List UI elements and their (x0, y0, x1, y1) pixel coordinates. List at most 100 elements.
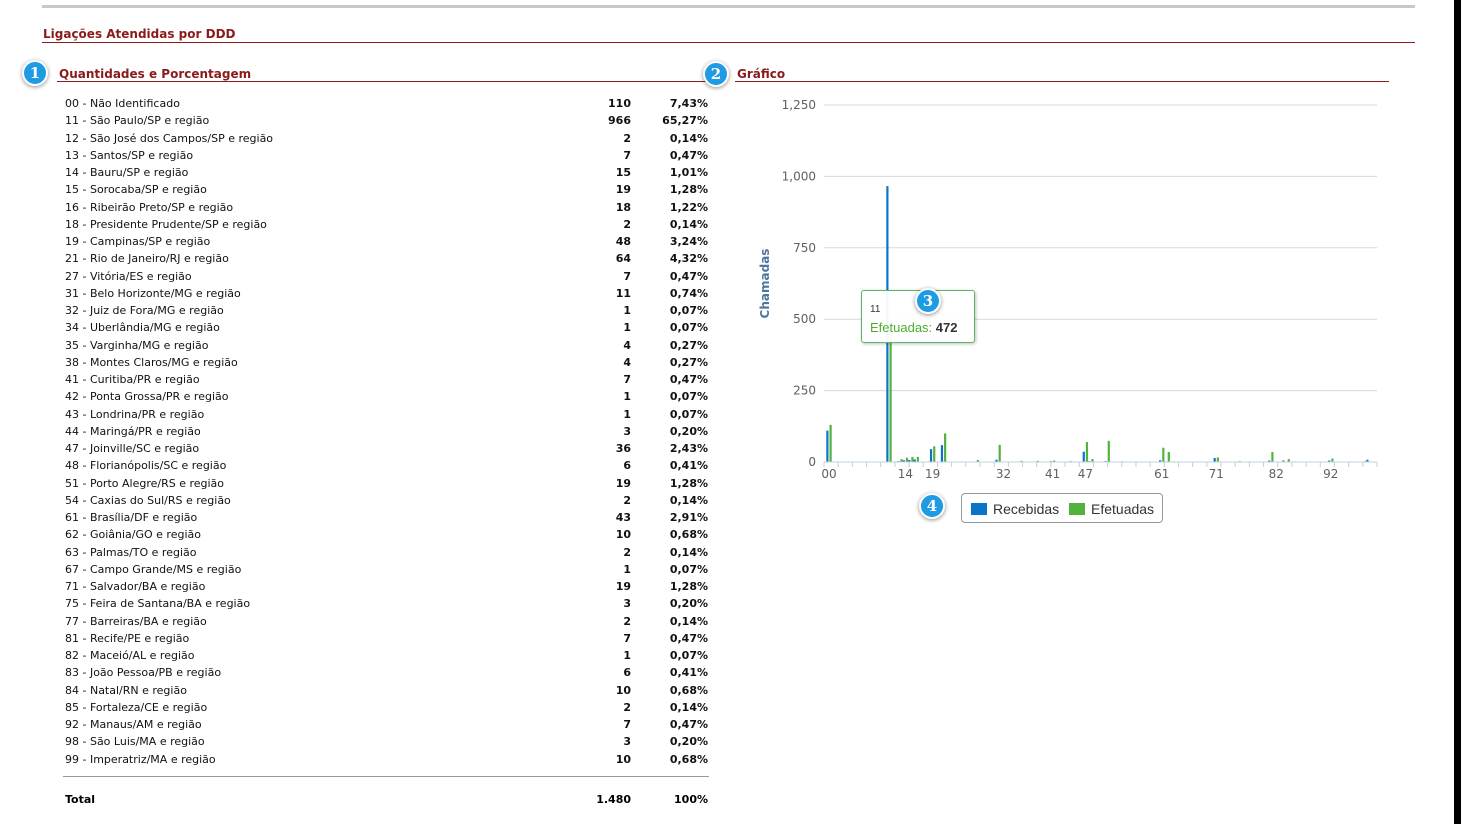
row-qty: 2 (623, 700, 631, 714)
row-pct: 0,68% (669, 528, 708, 542)
y-tick-label: 750 (793, 241, 816, 255)
callout-marker-3: 3 (915, 288, 941, 314)
total-qty: 1.480 (596, 793, 631, 806)
bar-efetuadas-71 (1216, 457, 1219, 462)
table-row: 34 - Uberlândia/MG e região 1 0,07% (65, 319, 710, 336)
table-row: 00 - Não Identificado 110 7,43% (65, 95, 710, 112)
row-qty: 4 (623, 355, 631, 369)
row-pct: 0,20% (669, 597, 708, 611)
legend-item-efetuadas[interactable]: Efetuadas (1069, 501, 1154, 517)
table-row: 15 - Sorocaba/SP e região 19 1,28% (65, 181, 710, 198)
chart-legend: Recebidas Efetuadas (961, 493, 1163, 523)
row-pct: 0,14% (669, 131, 708, 145)
row-qty: 43 (615, 511, 631, 524)
x-tick-label: 19 (925, 467, 940, 481)
row-pct: 0,47% (669, 148, 708, 162)
callout-marker-1: 1 (22, 60, 48, 86)
row-pct: 0,27% (669, 338, 708, 352)
table-row: 77 - Barreiras/BA e região 2 0,14% (65, 613, 710, 630)
row-ddd-name: 71 - Salvador/BA e região (65, 580, 206, 593)
table-row: 98 - São Luis/MA e região 3 0,20% (65, 733, 710, 750)
table-row: 35 - Varginha/MG e região 4 0,27% (65, 337, 710, 354)
row-qty: 10 (615, 752, 631, 766)
table-row: 48 - Florianópolis/SC e região 6 0,41% (65, 457, 710, 474)
row-qty: 966 (608, 114, 631, 128)
row-ddd-name: 11 - São Paulo/SP e região (65, 114, 210, 128)
window-edge (1454, 0, 1461, 824)
row-ddd-name: 13 - Santos/SP e região (65, 148, 194, 162)
table-row: 63 - Palmas/TO e região 2 0,14% (65, 544, 710, 561)
row-qty: 7 (623, 631, 631, 645)
legend-item-recebidas[interactable]: Recebidas (971, 501, 1059, 517)
row-ddd-name: 77 - Barreiras/BA e região (65, 614, 207, 628)
table-row: 82 - Maceió/AL e região 1 0,07% (65, 647, 710, 664)
row-qty: 19 (615, 183, 631, 197)
section-title-quantities: Quantidades e Porcentagem (59, 67, 252, 81)
bar-recebidas-00 (826, 430, 829, 462)
row-ddd-name: 14 - Bauru/SP e região (65, 166, 189, 179)
table-row: 51 - Porto Alegre/RS e região 19 1,28% (65, 475, 710, 492)
row-qty: 15 (615, 166, 631, 179)
table-row: 62 - Goiânia/GO e região 10 0,68% (65, 526, 710, 543)
table-row: 81 - Recife/PE e região 7 0,47% (65, 630, 710, 647)
table-row: 47 - Joinville/SC e região 36 2,43% (65, 440, 710, 457)
row-ddd-name: 85 - Fortaleza/CE e região (65, 700, 208, 714)
row-pct: 0,07% (669, 304, 708, 317)
callout-marker-4: 4 (919, 493, 945, 519)
total-divider (63, 776, 709, 777)
bar-recebidas-47 (1082, 451, 1085, 462)
row-qty: 48 (615, 235, 631, 248)
table-row: 71 - Salvador/BA e região 19 1,28% (65, 578, 710, 595)
row-pct: 0,68% (669, 752, 708, 766)
row-pct: 7,43% (669, 97, 708, 110)
bar-recebidas-71 (1213, 458, 1216, 462)
bar-efetuadas-21 (944, 433, 947, 462)
bar-efetuadas-19 (933, 446, 936, 462)
row-ddd-name: 67 - Campo Grande/MS e região (65, 562, 242, 576)
row-pct: 0,07% (669, 321, 708, 335)
bar-efetuadas-11 (889, 327, 892, 462)
table-row: 31 - Belo Horizonte/MG e região 11 0,74% (65, 285, 710, 302)
row-pct: 0,20% (669, 735, 708, 749)
page-title-underline (42, 42, 1415, 43)
table-row: 16 - Ribeirão Preto/SP e região 18 1,22% (65, 199, 710, 216)
row-ddd-name: 84 - Natal/RN e região (65, 683, 187, 697)
row-pct: 0,07% (669, 390, 708, 404)
row-qty: 2 (623, 614, 631, 628)
row-qty: 7 (623, 148, 631, 162)
bar-efetuadas-61 (1162, 447, 1165, 462)
ddd-bar-chart[interactable]: 02505007501,0001,250Chamadas00 14 19 32 41 47… (740, 88, 1440, 538)
row-ddd-name: 51 - Porto Alegre/RS e região (65, 476, 225, 490)
row-qty: 2 (623, 217, 631, 231)
bar-efetuadas-47 (1085, 442, 1089, 462)
legend-swatch-recebidas (971, 503, 987, 515)
y-tick-label: 1,000 (782, 169, 816, 183)
row-pct: 65,27% (662, 114, 708, 128)
ddd-table: 00 - Não Identificado 110 7,43% 11 - São Pa… (65, 95, 710, 768)
row-qty: 2 (623, 131, 631, 145)
row-pct: 0,07% (669, 649, 708, 662)
table-row: 41 - Curitiba/PR e região 7 0,47% (65, 371, 710, 388)
row-qty: 1 (623, 390, 631, 404)
row-ddd-name: 16 - Ribeirão Preto/SP e região (65, 200, 234, 214)
row-qty: 3 (623, 735, 631, 749)
row-pct: 2,91% (669, 511, 708, 524)
x-tick-label: 71 (1209, 467, 1224, 481)
row-qty: 6 (623, 666, 631, 680)
bar-efetuadas-31 (998, 444, 1001, 462)
row-qty: 10 (615, 528, 631, 542)
row-pct: 0,41% (669, 666, 708, 680)
table-row: 19 - Campinas/SP e região 48 3,24% (65, 233, 710, 250)
tooltip-category: 11 (870, 304, 881, 315)
table-row: 43 - Londrina/PR e região 1 0,07% (65, 406, 710, 423)
row-pct: 0,20% (669, 424, 708, 438)
table-row: 13 - Santos/SP e região 7 0,47% (65, 147, 710, 164)
y-tick-label: 0 (808, 455, 816, 469)
table-row: 61 - Brasília/DF e região 43 2,91% (65, 509, 710, 526)
table-row: 21 - Rio de Janeiro/RJ e região 64 4,32% (65, 250, 710, 267)
table-row: 75 - Feira de Santana/BA e região 3 0,20% (65, 595, 710, 612)
x-tick-label: 47 (1078, 467, 1093, 481)
row-qty: 36 (615, 442, 631, 455)
bar-recebidas-21 (940, 445, 944, 462)
bar-efetuadas-51 (1107, 440, 1110, 462)
